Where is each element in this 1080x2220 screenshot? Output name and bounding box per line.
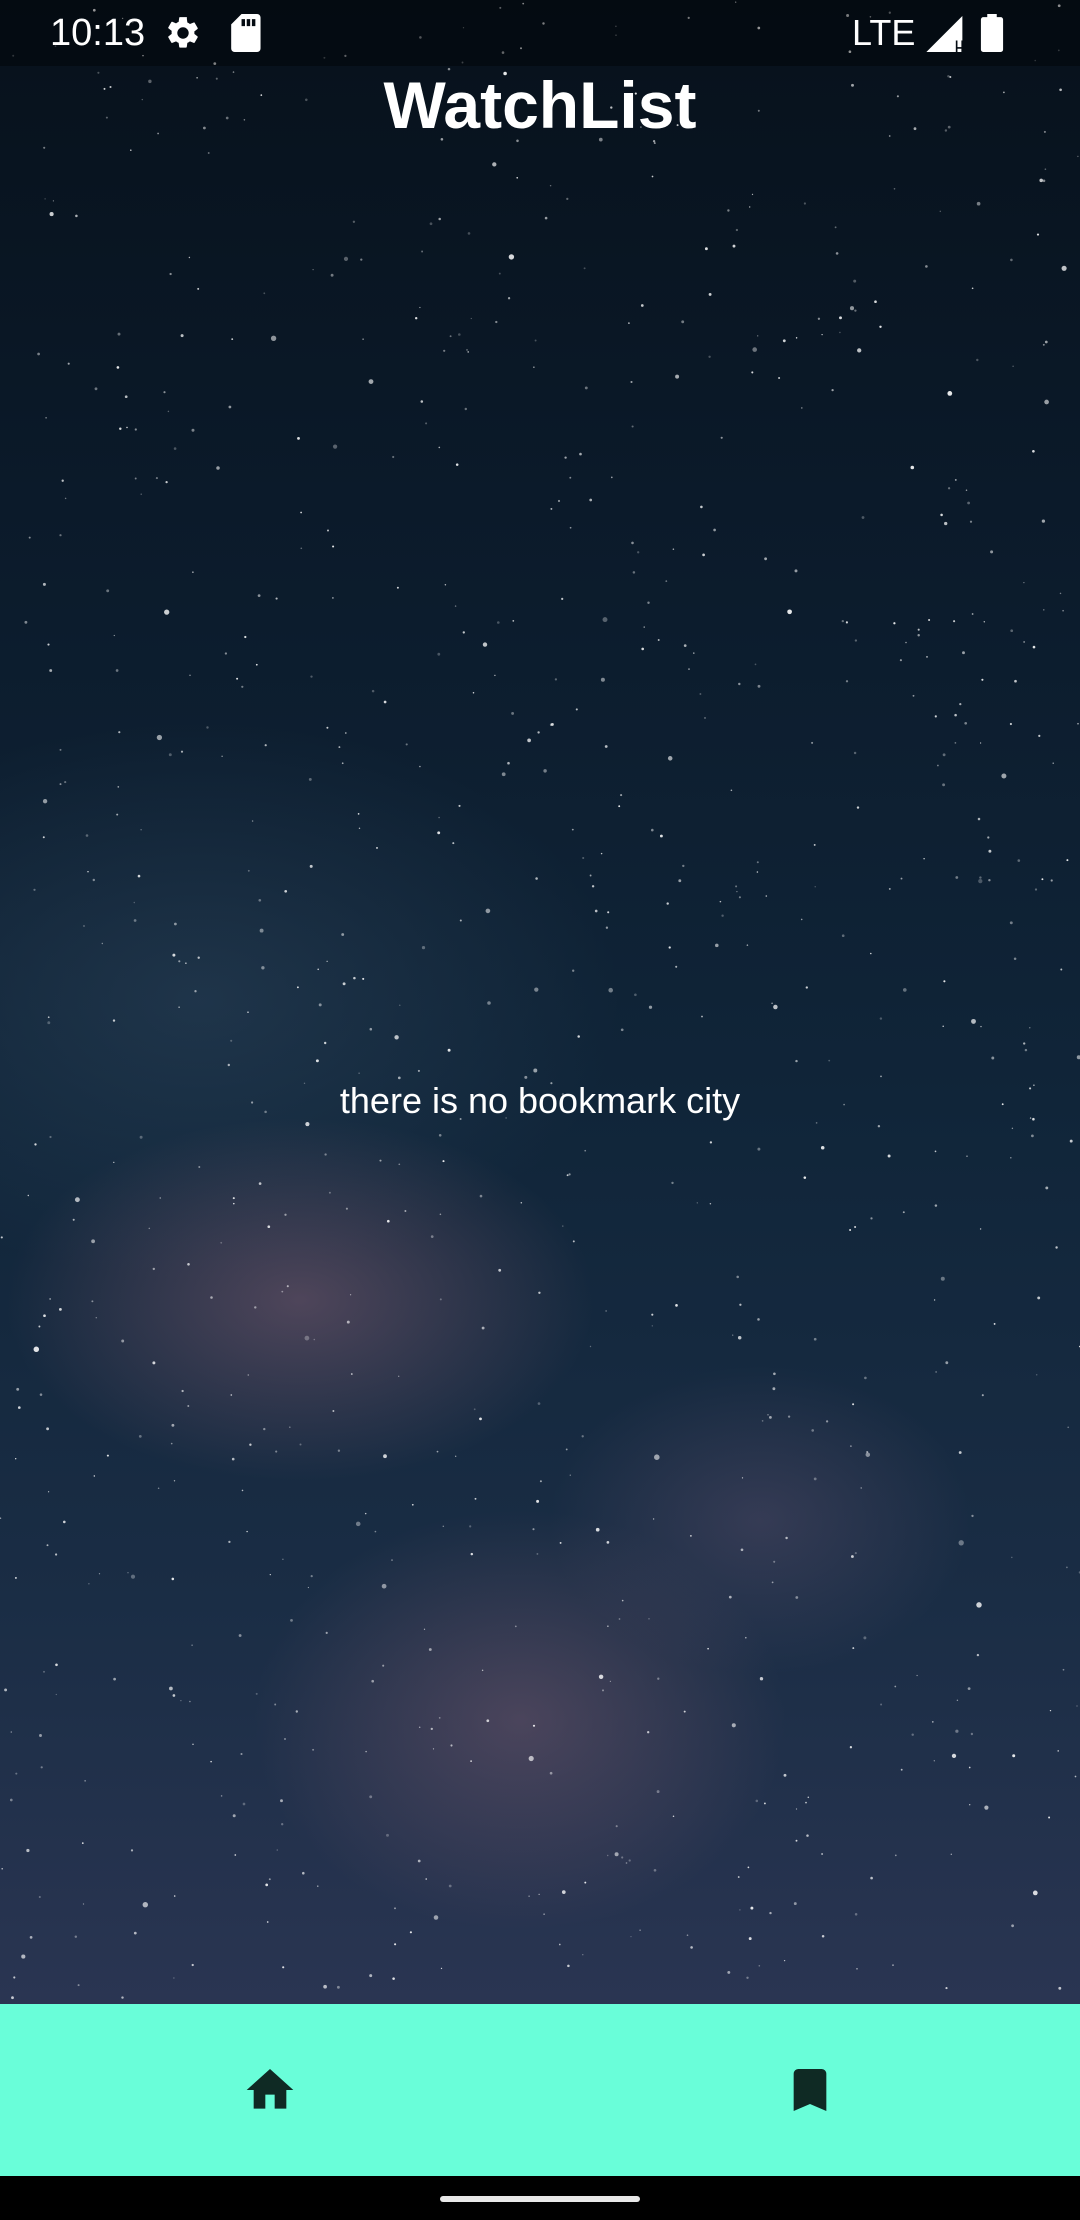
nav-item-bookmarks[interactable] [540,2004,1080,2176]
sd-card-icon [231,14,261,52]
bottom-navigation [0,2004,1080,2176]
network-type-label: LTE [852,12,916,53]
page-title: WatchList [383,68,697,142]
signal-icon [926,16,963,52]
nav-item-home[interactable] [0,2004,540,2176]
home-gesture-handle[interactable] [440,2196,640,2202]
empty-state-message: there is no bookmark city [339,1080,741,1121]
stars-layer [0,1,1080,2000]
battery-icon [980,14,1004,52]
status-time: 10:13 [50,12,146,54]
system-navigation-bar [0,2176,1080,2220]
home-icon [246,2069,294,2109]
night-sky-background [0,0,1080,2004]
app-screen: 10:13 LTE WatchList there is no bookmark… [0,0,1080,2220]
bookmark-icon [793,2069,827,2111]
status-bar: 10:13 LTE [0,0,1080,66]
settings-icon [168,17,198,48]
